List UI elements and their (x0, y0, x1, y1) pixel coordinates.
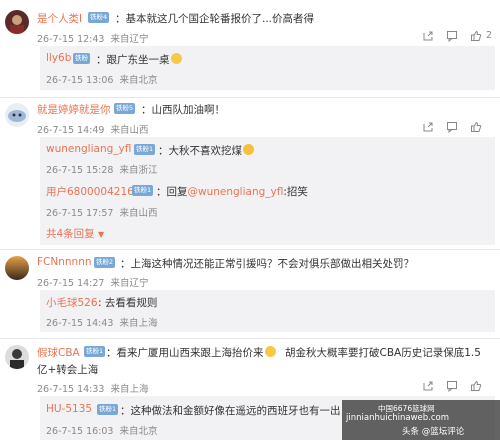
share-icon[interactable] (422, 30, 434, 42)
fan-badge: 铁粉5 (114, 103, 136, 114)
comment-time: 26-7-15 14:33 来自上海 (37, 384, 149, 395)
watermark-line: jinnianhuichinaweb.com (346, 413, 450, 423)
comment-user-name[interactable]: 就是婷婷就是你 (37, 102, 111, 117)
fan-badge: 铁粉2 (94, 257, 116, 268)
share-icon[interactable] (422, 380, 434, 392)
divider (0, 338, 500, 339)
avatar[interactable] (5, 103, 29, 127)
fan-badge: 铁粉1 (84, 346, 106, 357)
comment-user-name[interactable]: 是个人类I (37, 11, 82, 26)
reply-time: 26-7-15 15:28 来自浙江 (46, 165, 158, 176)
more-replies-link[interactable]: 共4条回复 ▼ (46, 226, 104, 241)
comment-user-name[interactable]: FCNnnnnn (37, 256, 92, 268)
reply-text: ：回复@wunengliang_yfl:招笑 (156, 186, 308, 198)
comment-text: ：上海这种情况还能正常引援吗？不会对俱乐部做出相关处罚？ (120, 258, 414, 270)
reply-user-name[interactable]: wunengliang_yfl (46, 143, 131, 155)
reply-time: 26-7-15 16:03 来自北京 (46, 426, 158, 437)
reply-user-name[interactable]: HU-5135 (46, 403, 92, 415)
like-icon[interactable] (470, 380, 482, 392)
reply-user-name[interactable]: lly6b (46, 52, 71, 64)
reply-text: ：大秋不喜欢挖煤 (158, 143, 254, 158)
comment-user-name[interactable]: 假球CBA (37, 345, 80, 360)
comment-time: 26-7-15 12:43 来自辽宁 (37, 34, 149, 45)
comment-time: 26-7-15 14:49 来自山西 (37, 125, 149, 136)
like-icon[interactable] (470, 30, 482, 42)
comment-text: ：基本就这几个国企轮番报价了...价高者得 (115, 13, 315, 25)
smile-emoji-icon (170, 53, 182, 64)
smile-emoji-icon (264, 346, 276, 357)
reply-time: 26-7-15 14:43 来自上海 (46, 318, 158, 329)
comment-icon[interactable] (446, 380, 458, 392)
fan-badge: 铁粉1 (97, 404, 119, 415)
like-count: 2 (486, 30, 493, 41)
reply-time: 26-7-15 17:57 来自山西 (46, 208, 158, 219)
comment-text: 亿+转会上海 (37, 364, 99, 376)
comment-text: 胡金秋大概率要打破CBA历史记录保底1.5 (285, 347, 481, 359)
share-icon[interactable] (422, 121, 434, 133)
reply-text: ：跟广东坐一桌 (96, 52, 182, 67)
reply-text: : 去看看规则 (98, 297, 158, 309)
avatar[interactable] (5, 10, 29, 34)
watermark-line: 头条 @篮坛评论 (402, 427, 465, 437)
laugh-emoji-icon (243, 144, 254, 155)
comment-time: 26-7-15 14:27 来自辽宁 (37, 278, 149, 289)
like-icon[interactable] (470, 121, 482, 133)
divider (0, 249, 500, 250)
reply-text: ：这种做法和金额好像在遥远的西班牙也有一出 (120, 405, 341, 417)
comment-text: ：看来广厦用山西来跟上海抬价来 (106, 345, 276, 360)
reply-user-name[interactable]: 用户6800004216 (46, 184, 134, 199)
reply-time: 26-7-15 13:06 来自北京 (46, 75, 158, 86)
comment-text: ：山西队加油啊！ (141, 104, 225, 116)
avatar[interactable] (5, 256, 29, 280)
fan-badge: 铁粉4 (88, 12, 110, 23)
avatar[interactable] (5, 345, 29, 369)
fan-badge: 铁粉 (73, 53, 90, 64)
comment-icon[interactable] (446, 121, 458, 133)
fan-badge: 铁粉1 (132, 185, 154, 196)
mention-link[interactable]: @wunengliang_yfl (188, 186, 284, 198)
watermark: 中国6676篮球网 jinnianhuichinaweb.com 头条 @篮坛评… (342, 400, 500, 440)
fan-badge: 铁粉1 (134, 144, 156, 155)
comment-icon[interactable] (446, 30, 458, 42)
reply-user-name[interactable]: 小毛球526 (46, 295, 98, 310)
divider (0, 97, 500, 98)
